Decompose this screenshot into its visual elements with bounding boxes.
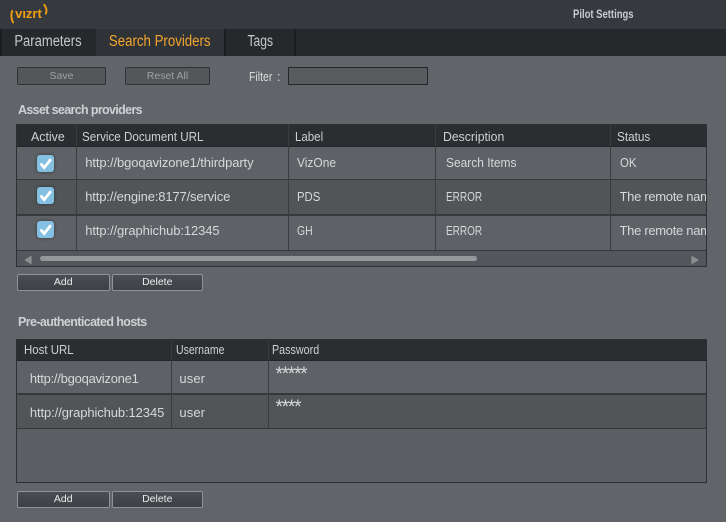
svg-text:vızrt: vızrt — [15, 6, 42, 21]
